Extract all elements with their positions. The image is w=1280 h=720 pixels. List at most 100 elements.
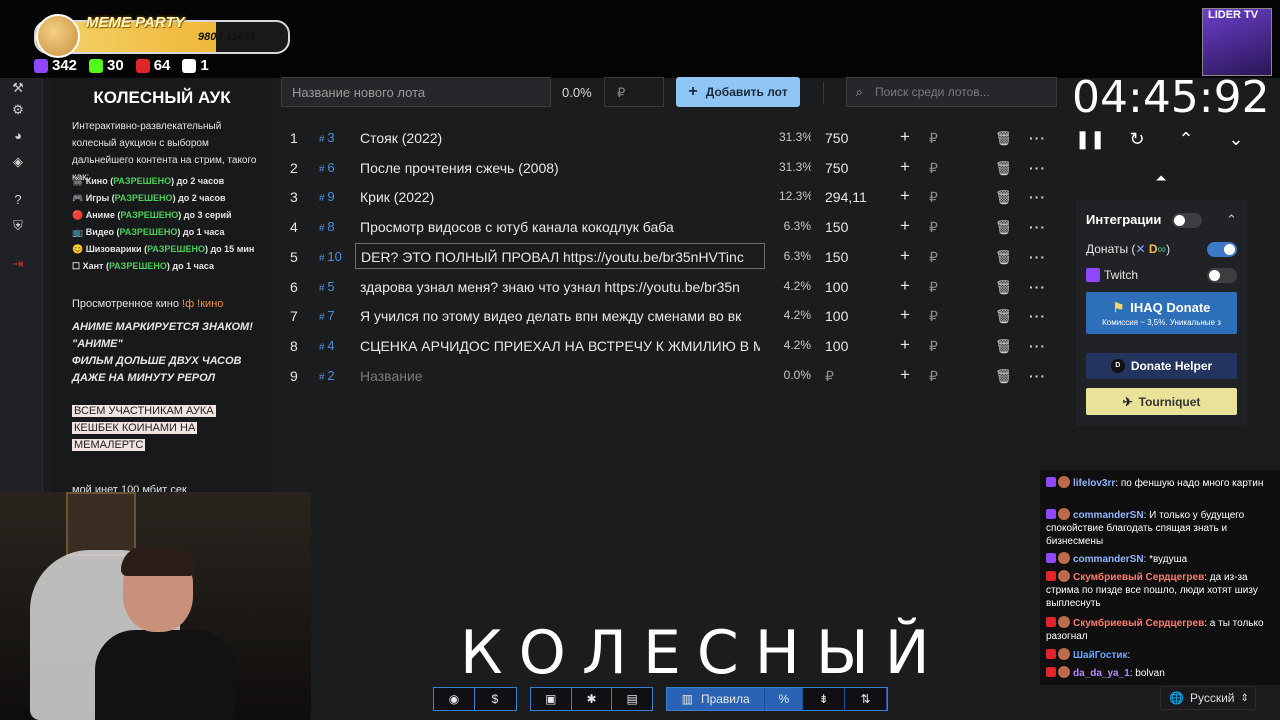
help-icon[interactable]: ? <box>10 192 26 208</box>
trash-icon[interactable]: 🗑 <box>995 368 1009 385</box>
lot-row[interactable]: 9 # 2 Название 0.0% ₽ + ₽ 🗑 ··· <box>281 362 1057 390</box>
new-lot-name-input[interactable]: Название нового лота <box>281 77 551 107</box>
chat-username[interactable]: ШайГостик <box>1073 650 1128 661</box>
wheel-icon[interactable]: ◕ <box>10 128 26 144</box>
add-amount-icon[interactable]: + <box>898 335 912 355</box>
new-lot-amount-input[interactable]: ₽ <box>604 77 664 107</box>
chat-username[interactable]: Скумбриевый Сердцегрев <box>1073 572 1204 583</box>
lot-name-input[interactable]: Крик (2022) <box>360 189 760 205</box>
lot-row[interactable]: 2 # 6 После прочтения сжечь (2008) 31.3% 750… <box>281 154 1057 182</box>
ruble-icon[interactable]: ₽ <box>929 308 941 325</box>
chat-username[interactable]: commanderSN <box>1073 510 1144 521</box>
ruble-icon[interactable]: ₽ <box>929 279 941 296</box>
bug-icon[interactable]: ✱ <box>572 688 613 710</box>
trash-icon[interactable]: 🗑 <box>995 130 1009 147</box>
ruble-icon[interactable]: ₽ <box>929 338 941 355</box>
language-select[interactable]: 🌐 Русский ⇕ <box>1160 686 1256 710</box>
split-icon[interactable]: ⇟ <box>803 688 846 710</box>
ruble-icon[interactable]: ₽ <box>929 219 941 236</box>
lot-name-input[interactable]: DER? ЭТО ПОЛНЫЙ ПРОВАЛ https://youtu.be/… <box>355 242 765 269</box>
pause-icon[interactable]: ❚❚ <box>1075 127 1105 151</box>
logout-icon[interactable]: ⇥ <box>10 256 26 272</box>
lot-amount-input[interactable]: 150 <box>825 249 885 265</box>
lot-name-input[interactable]: СЦЕНКА АРЧИДОС ПРИЕХАЛ НА ВСТРЕЧУ К ЖМИЛ… <box>360 338 760 354</box>
github-icon[interactable]: ◉ <box>434 688 475 710</box>
trash-icon[interactable]: 🗑 <box>995 249 1009 266</box>
lot-row[interactable]: 1 # 3 Стояк (2022) 31.3% 750 + ₽ 🗑 ··· <box>281 124 1057 152</box>
rules-button[interactable]: ▥ Правила <box>667 688 766 710</box>
lot-search-input[interactable]: ⌕ Поиск среди лотов... <box>846 77 1057 107</box>
dollar-icon[interactable]: $ <box>475 688 515 710</box>
add-amount-icon[interactable]: + <box>898 276 912 296</box>
reset-icon[interactable]: ↻ <box>1125 127 1149 151</box>
add-amount-icon[interactable]: + <box>898 127 912 147</box>
lot-row[interactable]: 6 # 5 здарова узнал меня? знаю что узнал h… <box>281 273 1057 301</box>
add-amount-icon[interactable]: + <box>898 186 912 206</box>
percent-icon[interactable]: % <box>765 688 804 710</box>
more-icon[interactable]: ··· <box>1029 189 1045 205</box>
more-icon[interactable]: ··· <box>1029 308 1045 324</box>
lot-amount-input[interactable]: 100 <box>825 338 885 354</box>
more-icon[interactable]: ··· <box>1029 160 1045 176</box>
chat-username[interactable]: lifelov3rr <box>1073 478 1115 489</box>
lot-name-input[interactable]: Название <box>360 368 760 384</box>
chevron-up-icon[interactable]: ⌃ <box>1174 127 1198 151</box>
more-icon[interactable]: ··· <box>1029 130 1045 146</box>
lot-amount-input[interactable]: 750 <box>825 160 885 176</box>
more-icon[interactable]: ··· <box>1029 249 1045 265</box>
chat-username[interactable]: Скумбриевый Сердцегрев <box>1073 618 1204 629</box>
sort-icon[interactable]: ⇅ <box>845 688 887 710</box>
donate-helper-button[interactable]: D Donate Helper <box>1086 353 1237 379</box>
more-icon[interactable]: ··· <box>1029 368 1045 384</box>
trash-icon[interactable]: 🗑 <box>995 219 1009 236</box>
lot-amount-input[interactable]: 294,11 <box>825 189 885 205</box>
lot-row[interactable]: 8 # 4 СЦЕНКА АРЧИДОС ПРИЕХАЛ НА ВСТРЕЧУ К … <box>281 332 1057 360</box>
lot-name-input[interactable]: здарова узнал меня? знаю что узнал https… <box>360 279 760 295</box>
add-amount-icon[interactable]: + <box>898 246 912 266</box>
lot-amount-input[interactable]: 100 <box>825 308 885 324</box>
lot-name-input[interactable]: Стояк (2022) <box>360 130 760 146</box>
gear-icon[interactable]: ⚙ <box>10 102 26 118</box>
lot-amount-input[interactable]: ₽ <box>825 368 885 385</box>
trash-icon[interactable]: 🗑 <box>995 279 1009 296</box>
add-amount-icon[interactable]: + <box>898 305 912 325</box>
chevron-down-icon[interactable]: ⌄ <box>1224 127 1248 151</box>
collapse-icon[interactable]: ⏶ <box>1151 170 1171 190</box>
integrations-toggle[interactable] <box>1172 213 1202 228</box>
ihaq-donate-button[interactable]: ⚑ IHAQ Donate Комиссия ~ 3,5%. Уникальные… <box>1086 292 1237 334</box>
lot-row[interactable]: 7 # 7Я учился по этому видео делать впн м… <box>281 302 1057 330</box>
lot-row[interactable]: 5 # 10 DER? ЭТО ПОЛНЫЙ ПРОВАЛ https://yout… <box>281 242 1057 271</box>
lot-row[interactable]: 3 # 9 Крик (2022) 12.3% 294,11 + ₽ 🗑 ··· <box>281 183 1057 211</box>
add-amount-icon[interactable]: + <box>898 216 912 236</box>
lot-amount-input[interactable]: 750 <box>825 130 885 146</box>
lot-name-input[interactable]: После прочтения сжечь (2008) <box>360 160 760 176</box>
twitch-toggle[interactable] <box>1207 268 1237 283</box>
lot-name-input[interactable]: Просмотр видосов с ютуб канала кокодлук … <box>360 219 760 235</box>
trash-icon[interactable]: 🗑 <box>995 308 1009 325</box>
chat-username[interactable]: da_da_ya_1 <box>1073 668 1130 679</box>
screen-icon[interactable]: ▣ <box>531 688 572 710</box>
donations-toggle[interactable] <box>1207 242 1237 257</box>
hammer-icon[interactable]: ⚒ <box>10 80 26 96</box>
trash-stack-icon[interactable]: ▤ <box>612 688 652 710</box>
trash-icon[interactable]: 🗑 <box>995 189 1009 206</box>
layers-icon[interactable]: ◈ <box>10 154 26 170</box>
trash-icon[interactable]: 🗑 <box>995 338 1009 355</box>
more-icon[interactable]: ··· <box>1029 219 1045 235</box>
trash-icon[interactable]: 🗑 <box>995 160 1009 177</box>
chat-username[interactable]: commanderSN <box>1073 554 1144 565</box>
lot-amount-input[interactable]: 150 <box>825 219 885 235</box>
ruble-icon[interactable]: ₽ <box>929 130 941 147</box>
more-icon[interactable]: ··· <box>1029 338 1045 354</box>
tourniquet-button[interactable]: ✈ Tourniquet <box>1086 388 1237 415</box>
add-amount-icon[interactable]: + <box>898 157 912 177</box>
shield-icon[interactable]: ⛨ <box>10 218 26 234</box>
add-lot-button[interactable]: + Добавить лот <box>676 77 800 107</box>
lot-amount-input[interactable]: 100 <box>825 279 885 295</box>
chevron-up-icon[interactable]: ⌃ <box>1226 212 1237 228</box>
add-amount-icon[interactable]: + <box>898 365 912 385</box>
ruble-icon[interactable]: ₽ <box>929 189 941 206</box>
ruble-icon[interactable]: ₽ <box>929 249 941 266</box>
lot-name-input[interactable]: Я учился по этому видео делать впн между… <box>360 308 760 324</box>
lot-row[interactable]: 4 # 8 Просмотр видосов с ютуб канала кокод… <box>281 213 1057 241</box>
